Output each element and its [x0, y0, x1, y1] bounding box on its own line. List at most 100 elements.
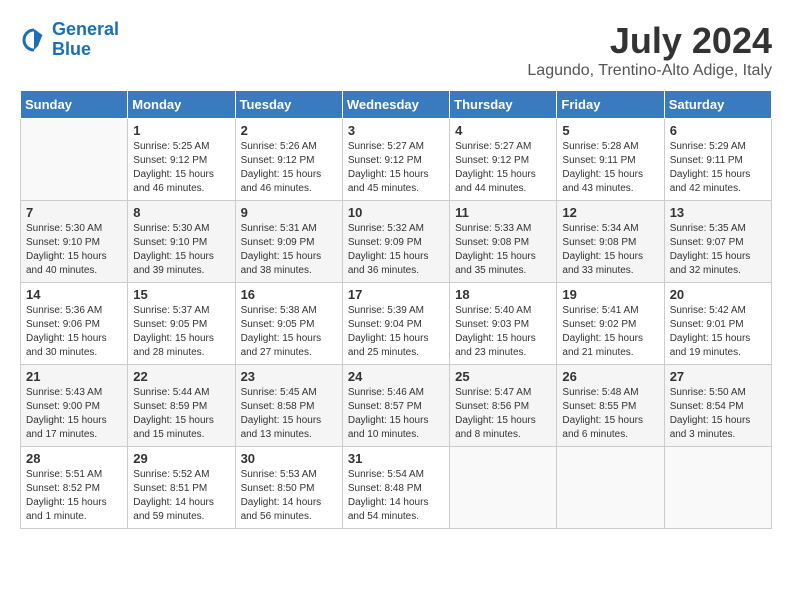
table-row: 23 Sunrise: 5:45 AM Sunset: 8:58 PM Dayli… [235, 365, 342, 447]
day-info: Sunrise: 5:27 AM Sunset: 9:12 PM Dayligh… [455, 140, 551, 196]
day-info: Sunrise: 5:39 AM Sunset: 9:04 PM Dayligh… [348, 304, 444, 360]
table-row: 31Sunrise: 5:54 AM Sunset: 8:48 PM Dayli… [342, 447, 449, 529]
table-row: 25 Sunrise: 5:47 AM Sunset: 8:56 PM Dayli… [450, 365, 557, 447]
day-info: Sunrise: 5:46 AM Sunset: 8:57 PM Dayligh… [348, 386, 444, 442]
col-saturday: Saturday [664, 91, 771, 119]
day-info: Sunrise: 5:32 AM Sunset: 9:09 PM Dayligh… [348, 222, 444, 278]
calendar-week-row: 28 Sunrise: 5:51 AM Sunset: 8:52 PM Dayli… [21, 447, 772, 529]
day-number: 15 [133, 287, 229, 302]
day-info: Sunrise: 5:40 AM Sunset: 9:03 PM Dayligh… [455, 304, 551, 360]
table-row: 3 Sunrise: 5:27 AM Sunset: 9:12 PM Daylig… [342, 119, 449, 201]
table-row: 30 Sunrise: 5:53 AM Sunset: 8:50 PM Dayli… [235, 447, 342, 529]
table-row: 2 Sunrise: 5:26 AM Sunset: 9:12 PM Daylig… [235, 119, 342, 201]
logo-text: General Blue [52, 20, 119, 60]
day-info: Sunrise: 5:38 AM Sunset: 9:05 PM Dayligh… [241, 304, 337, 360]
day-number: 22 [133, 369, 229, 384]
day-info: Sunrise: 5:29 AM Sunset: 9:11 PM Dayligh… [670, 140, 766, 196]
month-title: July 2024 [527, 20, 772, 62]
table-row: 10 Sunrise: 5:32 AM Sunset: 9:09 PM Dayli… [342, 201, 449, 283]
day-number: 19 [562, 287, 658, 302]
table-row: 12 Sunrise: 5:34 AM Sunset: 9:08 PM Dayli… [557, 201, 664, 283]
day-number: 10 [348, 205, 444, 220]
day-info: Sunrise: 5:50 AM Sunset: 8:54 PM Dayligh… [670, 386, 766, 442]
logo-icon [20, 26, 48, 54]
col-wednesday: Wednesday [342, 91, 449, 119]
table-row: 15 Sunrise: 5:37 AM Sunset: 9:05 PM Dayli… [128, 283, 235, 365]
day-number: 30 [241, 451, 337, 466]
table-row: 6Sunrise: 5:29 AM Sunset: 9:11 PM Daylig… [664, 119, 771, 201]
title-area: July 2024 Lagundo, Trentino-Alto Adige, … [527, 20, 772, 80]
day-info: Sunrise: 5:26 AM Sunset: 9:12 PM Dayligh… [241, 140, 337, 196]
day-info: Sunrise: 5:54 AM Sunset: 8:48 PM Dayligh… [348, 468, 444, 524]
col-monday: Monday [128, 91, 235, 119]
day-info: Sunrise: 5:33 AM Sunset: 9:08 PM Dayligh… [455, 222, 551, 278]
day-info: Sunrise: 5:36 AM Sunset: 9:06 PM Dayligh… [26, 304, 122, 360]
day-info: Sunrise: 5:28 AM Sunset: 9:11 PM Dayligh… [562, 140, 658, 196]
day-number: 14 [26, 287, 122, 302]
day-info: Sunrise: 5:53 AM Sunset: 8:50 PM Dayligh… [241, 468, 337, 524]
location-title: Lagundo, Trentino-Alto Adige, Italy [527, 62, 772, 80]
day-number: 21 [26, 369, 122, 384]
day-number: 2 [241, 123, 337, 138]
day-info: Sunrise: 5:34 AM Sunset: 9:08 PM Dayligh… [562, 222, 658, 278]
day-info: Sunrise: 5:30 AM Sunset: 9:10 PM Dayligh… [26, 222, 122, 278]
day-info: Sunrise: 5:25 AM Sunset: 9:12 PM Dayligh… [133, 140, 229, 196]
day-info: Sunrise: 5:43 AM Sunset: 9:00 PM Dayligh… [26, 386, 122, 442]
day-info: Sunrise: 5:51 AM Sunset: 8:52 PM Dayligh… [26, 468, 122, 524]
day-number: 29 [133, 451, 229, 466]
table-row [450, 447, 557, 529]
day-number: 18 [455, 287, 551, 302]
table-row: 22Sunrise: 5:44 AM Sunset: 8:59 PM Dayli… [128, 365, 235, 447]
table-row: 5 Sunrise: 5:28 AM Sunset: 9:11 PM Daylig… [557, 119, 664, 201]
day-number: 24 [348, 369, 444, 384]
table-row: 28 Sunrise: 5:51 AM Sunset: 8:52 PM Dayli… [21, 447, 128, 529]
day-number: 3 [348, 123, 444, 138]
day-info: Sunrise: 5:52 AM Sunset: 8:51 PM Dayligh… [133, 468, 229, 524]
day-number: 23 [241, 369, 337, 384]
logo: General Blue [20, 20, 119, 60]
table-row: 20Sunrise: 5:42 AM Sunset: 9:01 PM Dayli… [664, 283, 771, 365]
calendar-week-row: 21 Sunrise: 5:43 AM Sunset: 9:00 PM Dayli… [21, 365, 772, 447]
table-row: 13 Sunrise: 5:35 AM Sunset: 9:07 PM Dayli… [664, 201, 771, 283]
table-row: 26 Sunrise: 5:48 AM Sunset: 8:55 PM Dayli… [557, 365, 664, 447]
table-row: 29 Sunrise: 5:52 AM Sunset: 8:51 PM Dayli… [128, 447, 235, 529]
day-info: Sunrise: 5:45 AM Sunset: 8:58 PM Dayligh… [241, 386, 337, 442]
day-info: Sunrise: 5:47 AM Sunset: 8:56 PM Dayligh… [455, 386, 551, 442]
day-number: 13 [670, 205, 766, 220]
table-row: 1 Sunrise: 5:25 AM Sunset: 9:12 PM Daylig… [128, 119, 235, 201]
day-number: 11 [455, 205, 551, 220]
day-number: 26 [562, 369, 658, 384]
day-number: 28 [26, 451, 122, 466]
day-number: 8 [133, 205, 229, 220]
table-row: 4 Sunrise: 5:27 AM Sunset: 9:12 PM Daylig… [450, 119, 557, 201]
calendar-table: Sunday Monday Tuesday Wednesday Thursday… [20, 90, 772, 529]
table-row: 7Sunrise: 5:30 AM Sunset: 9:10 PM Daylig… [21, 201, 128, 283]
day-info: Sunrise: 5:30 AM Sunset: 9:10 PM Dayligh… [133, 222, 229, 278]
calendar-week-row: 14 Sunrise: 5:36 AM Sunset: 9:06 PM Dayli… [21, 283, 772, 365]
table-row: 9Sunrise: 5:31 AM Sunset: 9:09 PM Daylig… [235, 201, 342, 283]
day-number: 5 [562, 123, 658, 138]
table-row [21, 119, 128, 201]
col-tuesday: Tuesday [235, 91, 342, 119]
table-row: 18 Sunrise: 5:40 AM Sunset: 9:03 PM Dayli… [450, 283, 557, 365]
table-row: 8 Sunrise: 5:30 AM Sunset: 9:10 PM Daylig… [128, 201, 235, 283]
day-number: 4 [455, 123, 551, 138]
day-number: 12 [562, 205, 658, 220]
table-row: 21 Sunrise: 5:43 AM Sunset: 9:00 PM Dayli… [21, 365, 128, 447]
day-info: Sunrise: 5:27 AM Sunset: 9:12 PM Dayligh… [348, 140, 444, 196]
day-info: Sunrise: 5:37 AM Sunset: 9:05 PM Dayligh… [133, 304, 229, 360]
day-number: 20 [670, 287, 766, 302]
day-number: 25 [455, 369, 551, 384]
table-row: 11 Sunrise: 5:33 AM Sunset: 9:08 PM Dayli… [450, 201, 557, 283]
col-thursday: Thursday [450, 91, 557, 119]
calendar-week-row: 1 Sunrise: 5:25 AM Sunset: 9:12 PM Daylig… [21, 119, 772, 201]
table-row [557, 447, 664, 529]
day-number: 1 [133, 123, 229, 138]
day-info: Sunrise: 5:35 AM Sunset: 9:07 PM Dayligh… [670, 222, 766, 278]
table-row: 14 Sunrise: 5:36 AM Sunset: 9:06 PM Dayli… [21, 283, 128, 365]
day-number: 27 [670, 369, 766, 384]
table-row: 17Sunrise: 5:39 AM Sunset: 9:04 PM Dayli… [342, 283, 449, 365]
day-info: Sunrise: 5:41 AM Sunset: 9:02 PM Dayligh… [562, 304, 658, 360]
day-info: Sunrise: 5:48 AM Sunset: 8:55 PM Dayligh… [562, 386, 658, 442]
table-row [664, 447, 771, 529]
